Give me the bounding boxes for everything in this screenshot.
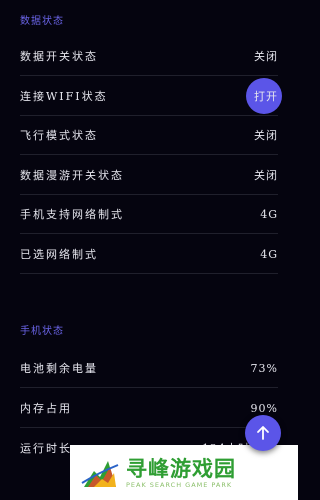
row-memory[interactable]: 内存占用 90% <box>20 389 278 428</box>
row-battery[interactable]: 电池剩余电量 73% <box>20 349 278 388</box>
row-label: 运行时长 <box>20 441 72 455</box>
row-wifi[interactable]: 连接WIFI状态 打开 <box>20 77 278 116</box>
row-label: 飞行模式状态 <box>20 129 98 142</box>
row-label: 内存占用 <box>20 402 72 415</box>
row-supported-network[interactable]: 手机支持网络制式 4G <box>20 195 278 234</box>
arrow-up-icon <box>257 426 269 440</box>
row-value: 关闭 <box>254 129 278 142</box>
row-roaming[interactable]: 数据漫游开关状态 关闭 <box>20 156 278 195</box>
row-data-switch[interactable]: 数据开关状态 关闭 <box>20 37 278 76</box>
row-label: 手机支持网络制式 <box>20 208 124 221</box>
row-value: 打开 <box>254 90 278 103</box>
row-airplane[interactable]: 飞行模式状态 关闭 <box>20 116 278 155</box>
scroll-top-button[interactable] <box>245 415 281 451</box>
section-title-phone-status: 手机状态 <box>20 326 64 337</box>
row-label: 电池剩余电量 <box>20 362 98 375</box>
watermark-en-text: PEAK SEARCH GAME PARK <box>126 480 233 489</box>
row-value: 4G <box>260 247 278 261</box>
row-value: 90% <box>250 401 278 415</box>
section-title-data-status: 数据状态 <box>20 16 64 27</box>
watermark-cn-text: 寻峰游戏园 <box>126 456 236 481</box>
row-label: 连接WIFI状态 <box>20 90 108 103</box>
row-label: 已选网络制式 <box>20 248 98 261</box>
row-value: 关闭 <box>254 50 278 63</box>
mountain-logo-icon <box>80 453 120 493</box>
row-label: 数据漫游开关状态 <box>20 169 124 182</box>
row-value: 73% <box>250 361 278 375</box>
row-value: 关闭 <box>254 169 278 182</box>
row-label: 数据开关状态 <box>20 50 98 63</box>
row-value: 4G <box>260 207 278 221</box>
row-selected-network[interactable]: 已选网络制式 4G <box>20 235 278 274</box>
watermark-banner: 寻峰游戏园 PEAK SEARCH GAME PARK <box>70 445 298 500</box>
